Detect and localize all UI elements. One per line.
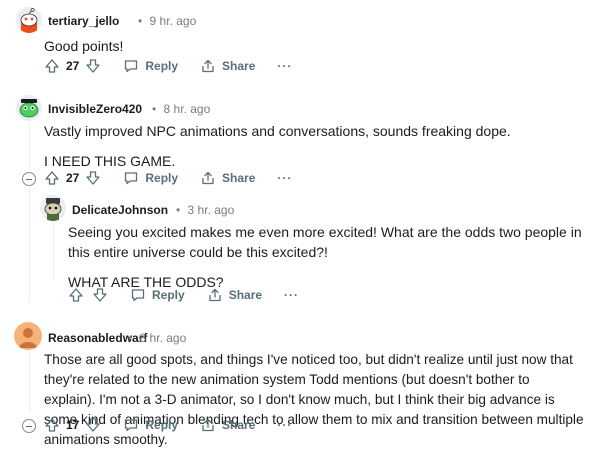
thread-line	[29, 124, 30, 170]
minus-icon	[26, 178, 32, 180]
share-icon	[202, 171, 214, 185]
reply-button[interactable]: Reply	[130, 287, 185, 303]
more-options-button[interactable]: ···	[277, 171, 292, 185]
downvote-icon	[93, 288, 107, 302]
username[interactable]: InvisibleZero420	[48, 102, 142, 116]
more-options-icon: ···	[277, 59, 293, 73]
comment-bubble-icon	[125, 419, 138, 432]
upvote-icon	[45, 418, 59, 432]
avatar[interactable]	[16, 7, 42, 33]
upvote-icon	[45, 171, 59, 185]
comment-paragraph: Seeing you excited makes me even more ex…	[68, 224, 582, 260]
avatar[interactable]	[40, 195, 66, 221]
more-options-button[interactable]: ···	[277, 418, 292, 432]
reply-label: Reply	[152, 288, 185, 302]
share-button[interactable]: Share	[200, 170, 255, 186]
timestamp[interactable]: 9 hr. ago	[150, 14, 197, 28]
upvote-button[interactable]	[68, 287, 84, 303]
username[interactable]: tertiary_jello	[48, 14, 119, 28]
more-options-icon: ···	[277, 171, 293, 185]
downvote-icon	[86, 418, 101, 432]
comment-paragraph: Good points!	[44, 38, 124, 54]
collapse-thread-button[interactable]	[22, 419, 36, 433]
comment-meta: • 8 hr. ago	[152, 102, 210, 116]
avatar[interactable]	[14, 322, 42, 350]
collapse-thread-button[interactable]	[22, 172, 36, 186]
upvote-icon	[69, 288, 83, 302]
reply-label: Reply	[145, 418, 179, 432]
reply-button[interactable]: Reply	[123, 58, 178, 74]
share-button[interactable]: Share	[200, 417, 255, 433]
vote-count: 27	[66, 171, 80, 185]
comment-body: Seeing you excited makes me even more ex…	[68, 222, 590, 292]
reply-label: Reply	[145, 59, 179, 73]
upvote-button[interactable]	[44, 170, 60, 186]
share-label: Share	[222, 59, 256, 73]
thread-line	[29, 187, 30, 302]
comment-paragraph: Vastly improved NPC animations and conve…	[44, 123, 511, 139]
comment-bubble-icon	[125, 60, 138, 73]
thread-line	[29, 350, 30, 412]
share-label: Share	[222, 418, 256, 432]
more-options-icon: ···	[277, 418, 293, 432]
share-icon	[209, 288, 221, 302]
separator-dot: •	[138, 14, 143, 28]
share-icon	[202, 59, 214, 73]
downvote-icon	[86, 171, 101, 185]
share-button[interactable]: Share	[200, 58, 255, 74]
downvote-button[interactable]	[85, 417, 101, 433]
snoo-avatar-icon	[19, 99, 39, 118]
downvote-button[interactable]	[85, 170, 101, 186]
reply-label: Reply	[145, 171, 179, 185]
vote-count: 17	[66, 418, 80, 432]
timestamp[interactable]: 8 hr. ago	[140, 331, 187, 345]
downvote-button[interactable]	[85, 58, 101, 74]
avatar[interactable]	[16, 95, 42, 121]
comment-bubble-icon	[131, 289, 145, 302]
share-label: Share	[222, 171, 256, 185]
comment-meta: • 3 hr. ago	[176, 203, 234, 217]
comment-bubble-icon	[125, 172, 138, 185]
default-avatar-icon	[19, 328, 37, 348]
share-icon	[202, 418, 214, 432]
timestamp[interactable]: 8 hr. ago	[164, 102, 211, 116]
vote-count: 27	[66, 59, 80, 73]
separator-dot: •	[128, 331, 133, 345]
comment-actions: Reply Share ···	[68, 284, 299, 306]
more-options-button[interactable]: ···	[277, 59, 292, 73]
downvote-button[interactable]	[92, 287, 108, 303]
comment-body: Vastly improved NPC animations and conve…	[44, 121, 584, 171]
comment-actions: 17 Reply Share ···	[44, 414, 292, 436]
share-label: Share	[228, 288, 263, 302]
comment-actions: 27 Reply Share ···	[44, 55, 292, 77]
snoo-avatar-icon	[44, 198, 62, 221]
upvote-button[interactable]	[44, 417, 60, 433]
more-options-icon: ···	[284, 288, 300, 302]
reply-button[interactable]: Reply	[123, 170, 178, 186]
comment-body: Good points!	[44, 36, 584, 56]
timestamp[interactable]: 3 hr. ago	[188, 203, 235, 217]
upvote-icon	[45, 59, 59, 73]
share-button[interactable]: Share	[207, 287, 262, 303]
downvote-icon	[86, 59, 101, 73]
upvote-button[interactable]	[44, 58, 60, 74]
minus-icon	[26, 425, 32, 427]
comment-meta: • 8 hr. ago	[128, 331, 186, 345]
snoo-avatar-icon	[20, 8, 38, 33]
separator-dot: •	[152, 102, 157, 116]
more-options-button[interactable]: ···	[284, 288, 299, 302]
reply-button[interactable]: Reply	[123, 417, 178, 433]
comment-meta: • 9 hr. ago	[138, 14, 196, 28]
thread-line	[53, 222, 54, 280]
separator-dot: •	[176, 203, 181, 217]
username[interactable]: DelicateJohnson	[72, 203, 168, 217]
comment-actions: 27 Reply Share ···	[44, 167, 292, 189]
